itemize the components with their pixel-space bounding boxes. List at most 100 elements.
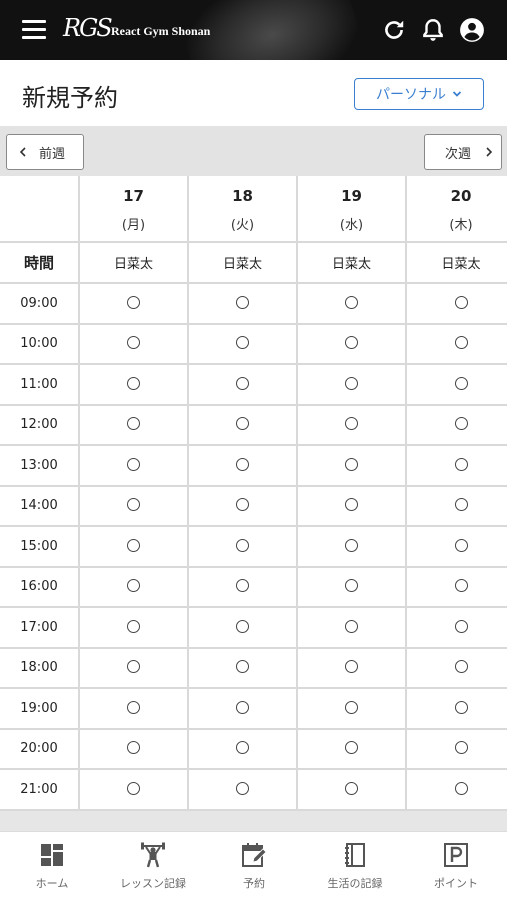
nav-item-life-record[interactable]: 生活の記録 — [305, 842, 405, 891]
time-slot[interactable] — [298, 689, 405, 728]
day-number: 19 — [341, 186, 362, 205]
available-circle-icon — [345, 538, 358, 552]
time-slot[interactable] — [80, 405, 187, 444]
lesson-type-select[interactable]: パーソナル — [354, 78, 484, 110]
time-slot[interactable] — [80, 284, 187, 323]
time-slot[interactable] — [298, 365, 405, 404]
time-slot[interactable] — [298, 446, 405, 485]
time-slot[interactable] — [407, 405, 507, 444]
time-slot[interactable] — [80, 324, 187, 363]
available-circle-icon — [127, 660, 140, 674]
available-circle-icon — [236, 498, 249, 512]
time-slot[interactable] — [189, 567, 296, 606]
time-slot[interactable] — [407, 365, 507, 404]
time-slot[interactable] — [80, 689, 187, 728]
day-header: 20 (木) — [407, 176, 507, 241]
available-circle-icon — [454, 781, 468, 795]
time-slot[interactable] — [298, 405, 405, 444]
day-number: 20 — [450, 186, 472, 205]
time-label: 11:00 — [0, 365, 78, 404]
available-circle-icon — [454, 457, 468, 471]
time-slot[interactable] — [298, 648, 405, 687]
available-circle-icon — [127, 457, 140, 471]
time-slot[interactable] — [80, 446, 187, 485]
brand-logo-mark: RGS — [63, 14, 113, 42]
available-circle-icon — [345, 295, 358, 309]
time-slot[interactable] — [298, 324, 405, 363]
nav-label-points: ポイント — [434, 877, 478, 890]
nav-item-reservation[interactable]: 予約 — [204, 842, 304, 891]
refresh-icon[interactable] — [381, 17, 407, 43]
menu-icon[interactable] — [22, 20, 46, 40]
time-slot[interactable] — [80, 527, 187, 566]
time-label: 17:00 — [0, 608, 78, 647]
time-slot[interactable] — [189, 729, 296, 768]
nav-item-lesson-record[interactable]: レッスン記録 — [103, 842, 203, 891]
time-slot[interactable] — [298, 770, 405, 809]
prev-week-button[interactable]: 前週 — [6, 134, 84, 170]
time-slot[interactable] — [407, 608, 507, 647]
time-slot[interactable] — [80, 648, 187, 687]
nav-label-lesson-record: レッスン記録 — [120, 877, 186, 890]
next-week-button[interactable]: 次週 — [424, 134, 502, 170]
available-circle-icon — [454, 336, 468, 350]
available-circle-icon — [454, 376, 468, 390]
time-slot[interactable] — [298, 729, 405, 768]
time-slot[interactable] — [80, 365, 187, 404]
time-label: 15:00 — [0, 527, 78, 566]
time-slot[interactable] — [407, 324, 507, 363]
time-slot[interactable] — [80, 486, 187, 525]
time-slot[interactable] — [189, 486, 296, 525]
time-label: 12:00 — [0, 405, 78, 444]
week-navigation: 前週 次週 — [0, 126, 507, 176]
time-label: 18:00 — [0, 648, 78, 687]
time-slot[interactable] — [189, 770, 296, 809]
time-slot[interactable] — [407, 527, 507, 566]
time-slot[interactable] — [298, 567, 405, 606]
available-circle-icon — [345, 741, 358, 755]
time-slot[interactable] — [407, 689, 507, 728]
time-slot[interactable] — [189, 446, 296, 485]
time-label: 20:00 — [0, 729, 78, 768]
dashboard-icon — [41, 844, 63, 866]
day-header: 18 (火) — [189, 176, 296, 241]
time-slot[interactable] — [80, 770, 187, 809]
time-slot[interactable] — [298, 284, 405, 323]
available-circle-icon — [454, 538, 468, 552]
time-slot[interactable] — [407, 648, 507, 687]
nav-item-home[interactable]: ホーム — [2, 842, 102, 891]
time-slot[interactable] — [189, 284, 296, 323]
time-slot[interactable] — [407, 567, 507, 606]
time-slot[interactable] — [407, 770, 507, 809]
chevron-down-icon — [452, 91, 462, 97]
bell-icon[interactable] — [420, 17, 446, 43]
time-slot[interactable] — [189, 365, 296, 404]
time-slot[interactable] — [407, 729, 507, 768]
time-slot[interactable] — [407, 446, 507, 485]
available-circle-icon — [236, 741, 249, 755]
time-slot[interactable] — [298, 608, 405, 647]
time-slot[interactable] — [80, 608, 187, 647]
day-of-week: (火) — [230, 217, 255, 233]
time-label: 09:00 — [0, 284, 78, 323]
day-header: 17 (月) — [80, 176, 187, 241]
time-slot[interactable] — [407, 284, 507, 323]
title-bar: 新規予約 パーソナル — [0, 60, 507, 126]
time-slot[interactable] — [298, 486, 405, 525]
time-slot[interactable] — [189, 324, 296, 363]
account-icon[interactable] — [459, 17, 485, 43]
available-circle-icon — [454, 741, 468, 755]
available-circle-icon — [127, 498, 140, 512]
available-circle-icon — [345, 619, 358, 633]
time-slot[interactable] — [189, 405, 296, 444]
time-slot[interactable] — [407, 486, 507, 525]
prev-week-label: 前週 — [39, 146, 66, 162]
time-slot[interactable] — [189, 689, 296, 728]
time-slot[interactable] — [189, 527, 296, 566]
time-slot[interactable] — [80, 729, 187, 768]
time-slot[interactable] — [80, 567, 187, 606]
time-slot[interactable] — [298, 527, 405, 566]
time-slot[interactable] — [189, 648, 296, 687]
nav-item-points[interactable]: ポイント — [406, 842, 506, 891]
time-slot[interactable] — [189, 608, 296, 647]
